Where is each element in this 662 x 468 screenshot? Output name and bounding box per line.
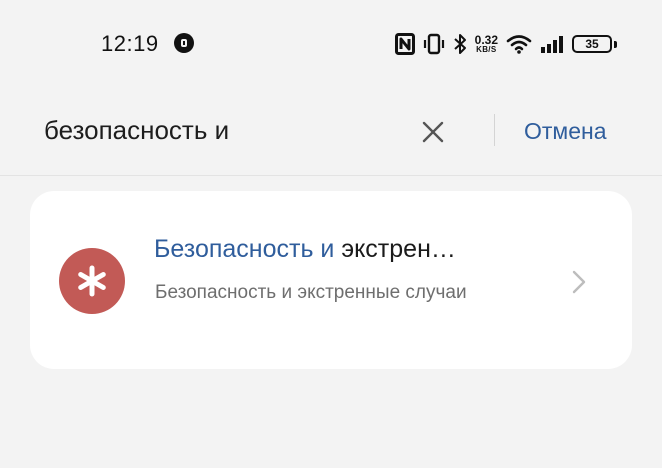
- search-bar: Отмена: [0, 96, 662, 170]
- nfc-icon: [394, 33, 415, 55]
- status-icons: 0.32 KB/S 35: [394, 30, 617, 58]
- clear-icon[interactable]: [419, 118, 447, 146]
- search-input[interactable]: [44, 115, 404, 146]
- battery-icon: 35: [572, 35, 612, 53]
- status-time: 12:19: [101, 31, 159, 56]
- header-separator: [0, 175, 662, 176]
- cancel-button[interactable]: Отмена: [524, 118, 607, 145]
- bluetooth-icon: [453, 34, 466, 54]
- network-speed: 0.32 KB/S: [475, 34, 498, 54]
- result-title-rest: экстрен…: [334, 235, 456, 263]
- search-divider: [494, 114, 495, 146]
- result-title: Безопасность и экстрен…: [154, 235, 456, 264]
- chevron-right-icon: [572, 270, 586, 294]
- battery-level: 35: [585, 37, 599, 51]
- notification-icon: [174, 33, 194, 53]
- vibrate-icon: [423, 33, 444, 55]
- network-speed-unit: KB/S: [476, 45, 497, 54]
- result-subtitle: Безопасность и экстренные случаи: [155, 282, 467, 303]
- asterisk-icon: [59, 248, 125, 314]
- status-bar: 12:19 0.32 KB/S 35: [0, 0, 662, 86]
- result-title-highlight: Безопасность и: [154, 235, 335, 263]
- battery-nub: [614, 40, 617, 48]
- search-result-item[interactable]: Безопасность и экстрен… Безопасность и э…: [30, 191, 632, 369]
- wifi-icon: [506, 35, 532, 54]
- signal-icon: [541, 36, 563, 53]
